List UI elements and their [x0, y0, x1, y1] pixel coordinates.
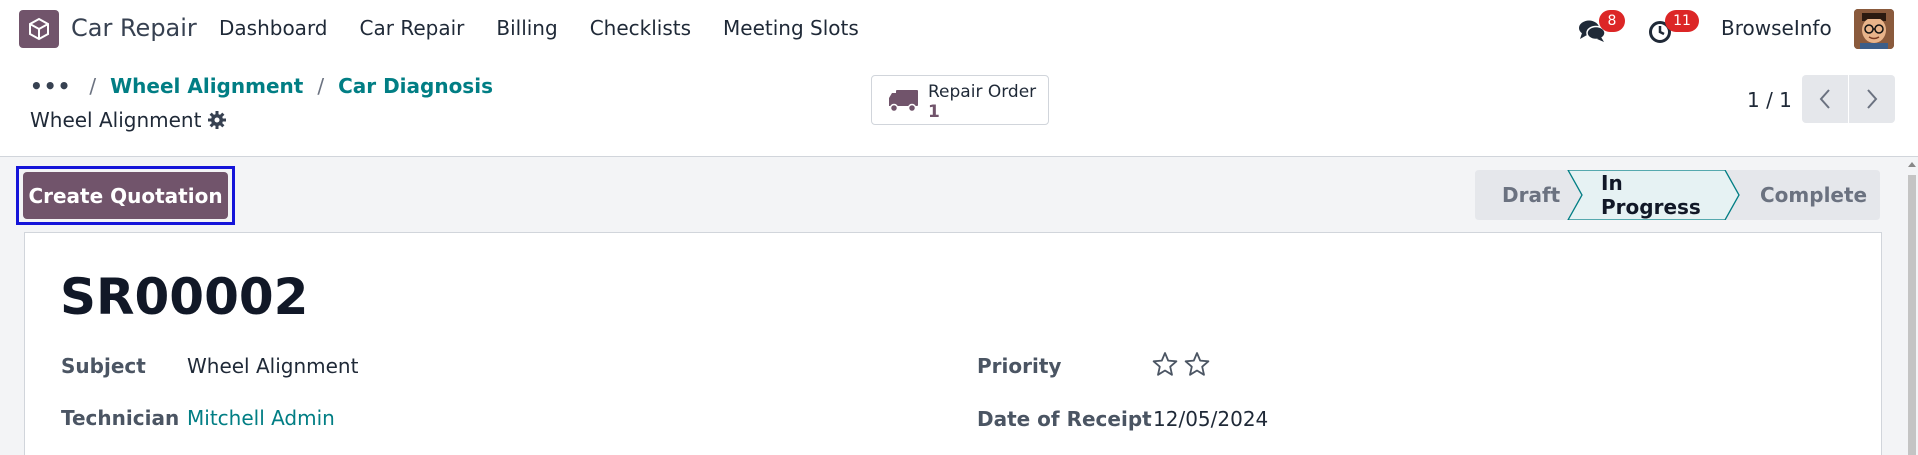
- subject-field[interactable]: Wheel Alignment: [187, 354, 358, 378]
- record-title-text: Wheel Alignment: [30, 108, 202, 132]
- technician-field[interactable]: Mitchell Admin: [187, 406, 335, 430]
- stage-in-progress[interactable]: In Progress: [1601, 170, 1701, 220]
- scrollbar-thumb[interactable]: [1908, 175, 1916, 455]
- breadcrumb-car-diagnosis[interactable]: Car Diagnosis: [338, 74, 493, 98]
- truck-icon: [889, 90, 918, 113]
- breadcrumb-separator: /: [317, 74, 325, 98]
- repair-order-count: 1: [928, 102, 940, 122]
- scroll-up-arrow-icon[interactable]: [1907, 160, 1917, 168]
- subject-label: Subject: [61, 354, 146, 378]
- pager-value[interactable]: 1 / 1: [1747, 88, 1792, 112]
- messages-badge: 8: [1599, 10, 1625, 32]
- menu-item-car-repair[interactable]: Car Repair: [360, 16, 465, 40]
- technician-label: Technician: [61, 406, 180, 430]
- repair-order-smart-button[interactable]: Repair Order 1: [871, 75, 1049, 125]
- gear-icon[interactable]: [207, 110, 227, 130]
- repair-order-label: Repair Order: [928, 82, 1037, 102]
- menu-item-billing[interactable]: Billing: [496, 16, 557, 40]
- create-quotation-button[interactable]: Create Quotation: [23, 172, 228, 219]
- date-of-receipt-field[interactable]: 12/05/2024: [1153, 407, 1268, 431]
- record-title: Wheel Alignment: [30, 108, 227, 132]
- cube-icon: [29, 17, 49, 41]
- messages-button[interactable]: 8: [1578, 10, 1628, 48]
- menu-item-dashboard[interactable]: Dashboard: [219, 16, 328, 40]
- user-avatar[interactable]: [1854, 9, 1894, 49]
- breadcrumb: ••• / Wheel Alignment / Car Diagnosis: [30, 74, 493, 98]
- chevron-left-icon: [1819, 89, 1830, 109]
- priority-widget: [1152, 351, 1210, 377]
- star-icon[interactable]: [1184, 351, 1210, 377]
- record-reference: SR00002: [60, 268, 309, 326]
- date-of-receipt-label: Date of Receipt: [977, 407, 1152, 431]
- stage-complete[interactable]: Complete: [1760, 170, 1867, 220]
- menu-item-checklists[interactable]: Checklists: [590, 16, 691, 40]
- pager-previous-button[interactable]: [1802, 75, 1848, 123]
- company-switcher[interactable]: BrowseInfo: [1721, 16, 1832, 40]
- activities-badge: 11: [1665, 10, 1699, 32]
- star-icon[interactable]: [1152, 351, 1178, 377]
- breadcrumb-separator: /: [89, 74, 97, 98]
- app-name[interactable]: Car Repair: [71, 14, 197, 42]
- breadcrumb-more-button[interactable]: •••: [30, 74, 71, 98]
- app-icon[interactable]: [19, 10, 59, 48]
- top-navbar: Car Repair Dashboard Car Repair Billing …: [0, 0, 1918, 58]
- menu-item-meeting-slots[interactable]: Meeting Slots: [723, 16, 859, 40]
- main-menu: Dashboard Car Repair Billing Checklists …: [219, 16, 859, 40]
- breadcrumb-wheel-alignment[interactable]: Wheel Alignment: [110, 74, 303, 98]
- pager-next-button[interactable]: [1849, 75, 1895, 123]
- chevron-right-icon: [1867, 89, 1878, 109]
- priority-label: Priority: [977, 354, 1062, 378]
- user-avatar-image: [1854, 9, 1894, 49]
- stage-draft[interactable]: Draft: [1502, 170, 1560, 220]
- activities-button[interactable]: 11: [1648, 10, 1700, 48]
